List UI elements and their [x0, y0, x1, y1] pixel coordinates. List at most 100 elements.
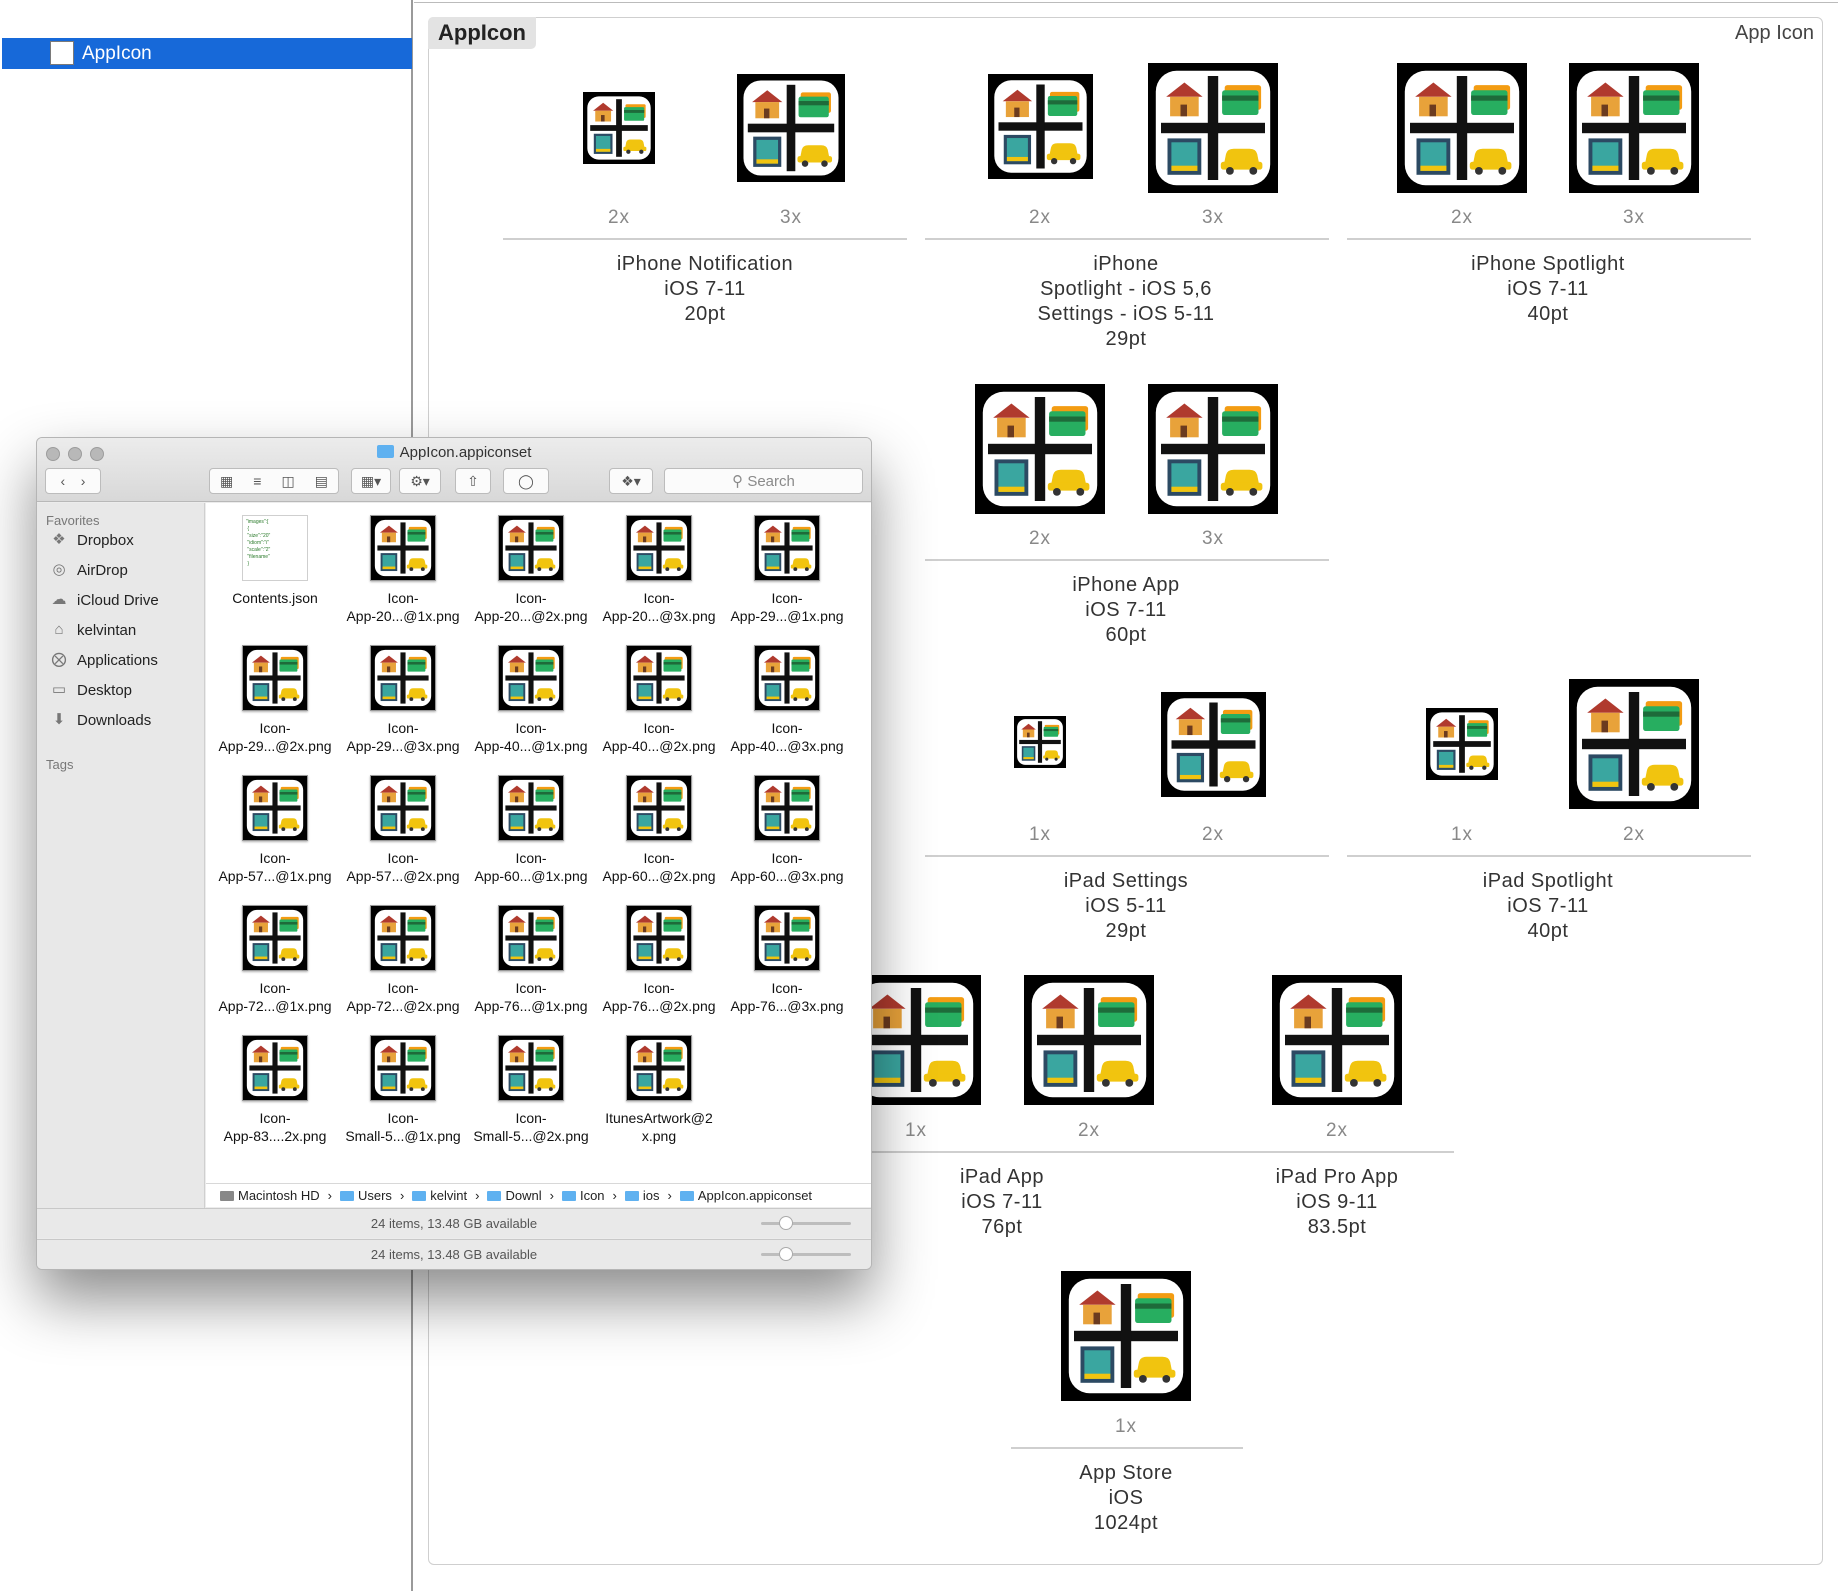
app-icon-slot-ipad_settings-0[interactable] [1014, 716, 1066, 768]
file-item[interactable]: Icon- App-60...@1x.png [468, 775, 594, 885]
group-label-line: 1024pt [1093, 1512, 1159, 1534]
path-segment[interactable]: AppIcon.appiconset [679, 1188, 812, 1203]
file-item[interactable]: "images":[ { "size":"20" "idiom":"i" "sc… [212, 515, 338, 607]
app-icon-slot-iphone_app-1[interactable] [1148, 384, 1278, 514]
file-item[interactable]: Icon- App-83....2x.png [212, 1035, 338, 1145]
png-thumbnail-icon [370, 905, 436, 971]
sidebar-item-desktop[interactable]: ▭ Desktop [49, 681, 132, 699]
app-icon-slot-ipad_spotlight-1[interactable] [1569, 679, 1699, 809]
file-name-line1: Icon- [643, 980, 675, 996]
group-label-line: iOS 9-11 [1296, 1191, 1378, 1213]
group-label-line: iPad Settings [1063, 870, 1189, 892]
finder-window[interactable]: AppIcon.appiconset ‹ › ▦ ≡ ◫ ▤ ▦▾ ⚙▾ ⇧ ◯ ❖▾… [36, 437, 872, 1270]
file-item[interactable]: Icon- App-20...@1x.png [340, 515, 466, 625]
app-icon-slot-ipad_pro_app-0[interactable] [1272, 975, 1402, 1105]
dropbox-toolbar-button[interactable]: ❖▾ [609, 468, 653, 494]
dropbox-icon: ❖▾ [621, 472, 641, 489]
file-item[interactable]: Icon- App-72...@1x.png [212, 905, 338, 1015]
png-thumbnail-icon [242, 645, 308, 711]
png-thumbnail-icon [370, 775, 436, 841]
list-view-icon[interactable]: ≡ [253, 473, 261, 489]
icon-view-icon[interactable]: ▦ [220, 473, 233, 490]
app-icon-slot-ipad_spotlight-0[interactable] [1426, 708, 1498, 780]
group-label-line: iOS 7-11 [664, 278, 746, 300]
app-icon-slot-iphone_app-0[interactable] [975, 384, 1105, 514]
sidebar-item-applications[interactable]: ⨂ Applications [49, 651, 158, 669]
folder-icon [376, 445, 394, 458]
sidebar-item-kelvintan[interactable]: ⌂ kelvintan [49, 621, 136, 639]
app-icon-slot-iphone_spotlight-0[interactable] [1397, 63, 1527, 193]
file-name-line2: App-83....2x.png [223, 1128, 327, 1144]
icon-size-slider[interactable] [761, 1216, 851, 1230]
file-item[interactable]: Icon- App-29...@1x.png [724, 515, 850, 625]
path-segment[interactable]: Macintosh HD [220, 1188, 320, 1203]
file-item[interactable]: Icon- App-40...@2x.png [596, 645, 722, 755]
panel-type-label: App Icon [1735, 22, 1814, 44]
search-input[interactable]: ⚲ Search [664, 468, 863, 494]
status-bar-shadow: 24 items, 13.48 GB available [37, 1239, 871, 1269]
png-thumbnail-icon [498, 645, 564, 711]
path-segment[interactable]: Users [339, 1188, 392, 1203]
app-icon-slot-iphone_spotlight_settings-0[interactable] [987, 74, 1093, 179]
tag-button[interactable]: ◯ [503, 468, 549, 494]
file-item[interactable]: Icon- Small-5...@1x.png [340, 1035, 466, 1145]
view-mode-buttons[interactable]: ▦ ≡ ◫ ▤ [209, 468, 339, 494]
file-item[interactable]: Icon- App-20...@2x.png [468, 515, 594, 625]
file-item[interactable]: Icon- App-29...@3x.png [340, 645, 466, 755]
app-icon-slot-app_store-0[interactable] [1061, 1271, 1191, 1401]
group-label-ipad_spotlight: iPad Spotlight iOS 7-11 40pt [1348, 869, 1748, 944]
app-icon-slot-ipad_app-1[interactable] [1024, 975, 1154, 1105]
png-thumbnail-icon [242, 905, 308, 971]
file-item[interactable]: Icon- App-76...@2x.png [596, 905, 722, 1015]
sidebar-item-label: kelvintan [77, 621, 137, 639]
path-segment[interactable]: Downl [487, 1188, 542, 1203]
path-segment[interactable]: ios [624, 1188, 660, 1203]
scale-label: 3x [1201, 528, 1225, 549]
group-label-line: iPad Pro App [1275, 1166, 1399, 1188]
arrange-button[interactable]: ▦▾ [351, 468, 391, 494]
file-item[interactable]: Icon- App-60...@2x.png [596, 775, 722, 885]
gallery-view-icon[interactable]: ▤ [315, 473, 328, 490]
sidebar-item-appicon[interactable]: AppIcon [2, 38, 412, 69]
file-item[interactable]: Icon- App-72...@2x.png [340, 905, 466, 1015]
file-item[interactable]: Icon- Small-5...@2x.png [468, 1035, 594, 1145]
sidebar-item-airdrop[interactable]: ◎ AirDrop [49, 561, 127, 579]
action-button[interactable]: ⚙▾ [399, 468, 441, 494]
file-name-line2: App-29...@1x.png [730, 608, 844, 624]
file-item[interactable]: Icon- App-57...@2x.png [340, 775, 466, 885]
search-icon: ⚲ [732, 473, 744, 490]
column-view-icon[interactable]: ◫ [281, 473, 294, 490]
file-item[interactable]: Icon- App-29...@2x.png [212, 645, 338, 755]
app-icon-slot-iphone_spotlight-1[interactable] [1569, 63, 1699, 193]
file-name-line2: App-76...@3x.png [730, 998, 844, 1014]
file-item[interactable]: Icon- App-20...@3x.png [596, 515, 722, 625]
tag-icon: ◯ [518, 472, 534, 489]
app-icon-slot-ipad_settings-1[interactable] [1160, 692, 1266, 797]
back-forward-button[interactable]: ‹ › [45, 468, 101, 494]
file-item[interactable]: Icon- App-57...@1x.png [212, 775, 338, 885]
xcode-asset-window: AppIcon AppIcon App Icon 2x 3x iPhone Noti… [0, 0, 1838, 1591]
file-item[interactable]: Icon- App-40...@1x.png [468, 645, 594, 755]
file-item[interactable]: Icon- App-76...@1x.png [468, 905, 594, 1015]
path-segment[interactable]: kelvint [412, 1188, 467, 1203]
file-name-line2: x.png [641, 1128, 677, 1144]
app-icon-slot-iphone_notification-0[interactable] [583, 92, 655, 164]
panel-title: AppIcon [428, 17, 536, 49]
sidebar-item-icloud-drive[interactable]: ☁ iCloud Drive [49, 591, 159, 609]
path-segment[interactable]: Icon [561, 1188, 605, 1203]
share-button[interactable]: ⇧ [455, 468, 491, 494]
file-item[interactable]: ItunesArtwork@2 x.png [596, 1035, 722, 1145]
file-item[interactable]: Icon- App-40...@3x.png [724, 645, 850, 755]
file-item[interactable]: Icon- App-60...@3x.png [724, 775, 850, 885]
sidebar-item-dropbox[interactable]: ❖ Dropbox [49, 531, 133, 549]
path-chevron-icon: › [549, 1188, 554, 1203]
file-item[interactable]: Icon- App-76...@3x.png [724, 905, 850, 1015]
scale-label: 2x [1201, 824, 1225, 845]
app-icon-slot-iphone_spotlight_settings-1[interactable] [1148, 63, 1278, 193]
app-icon-slot-iphone_notification-1[interactable] [737, 74, 845, 182]
path-bar: Macintosh HD › Users › kelvint › Downl › Icon › io… [206, 1183, 871, 1207]
finder-toolbar: AppIcon.appiconset ‹ › ▦ ≡ ◫ ▤ ▦▾ ⚙▾ ⇧ ◯ ❖▾… [37, 438, 871, 502]
sidebar-item-downloads[interactable]: ⬇ Downloads [49, 711, 152, 729]
hard-drive-icon [220, 1190, 234, 1201]
file-name-line2: App-60...@3x.png [730, 868, 844, 884]
